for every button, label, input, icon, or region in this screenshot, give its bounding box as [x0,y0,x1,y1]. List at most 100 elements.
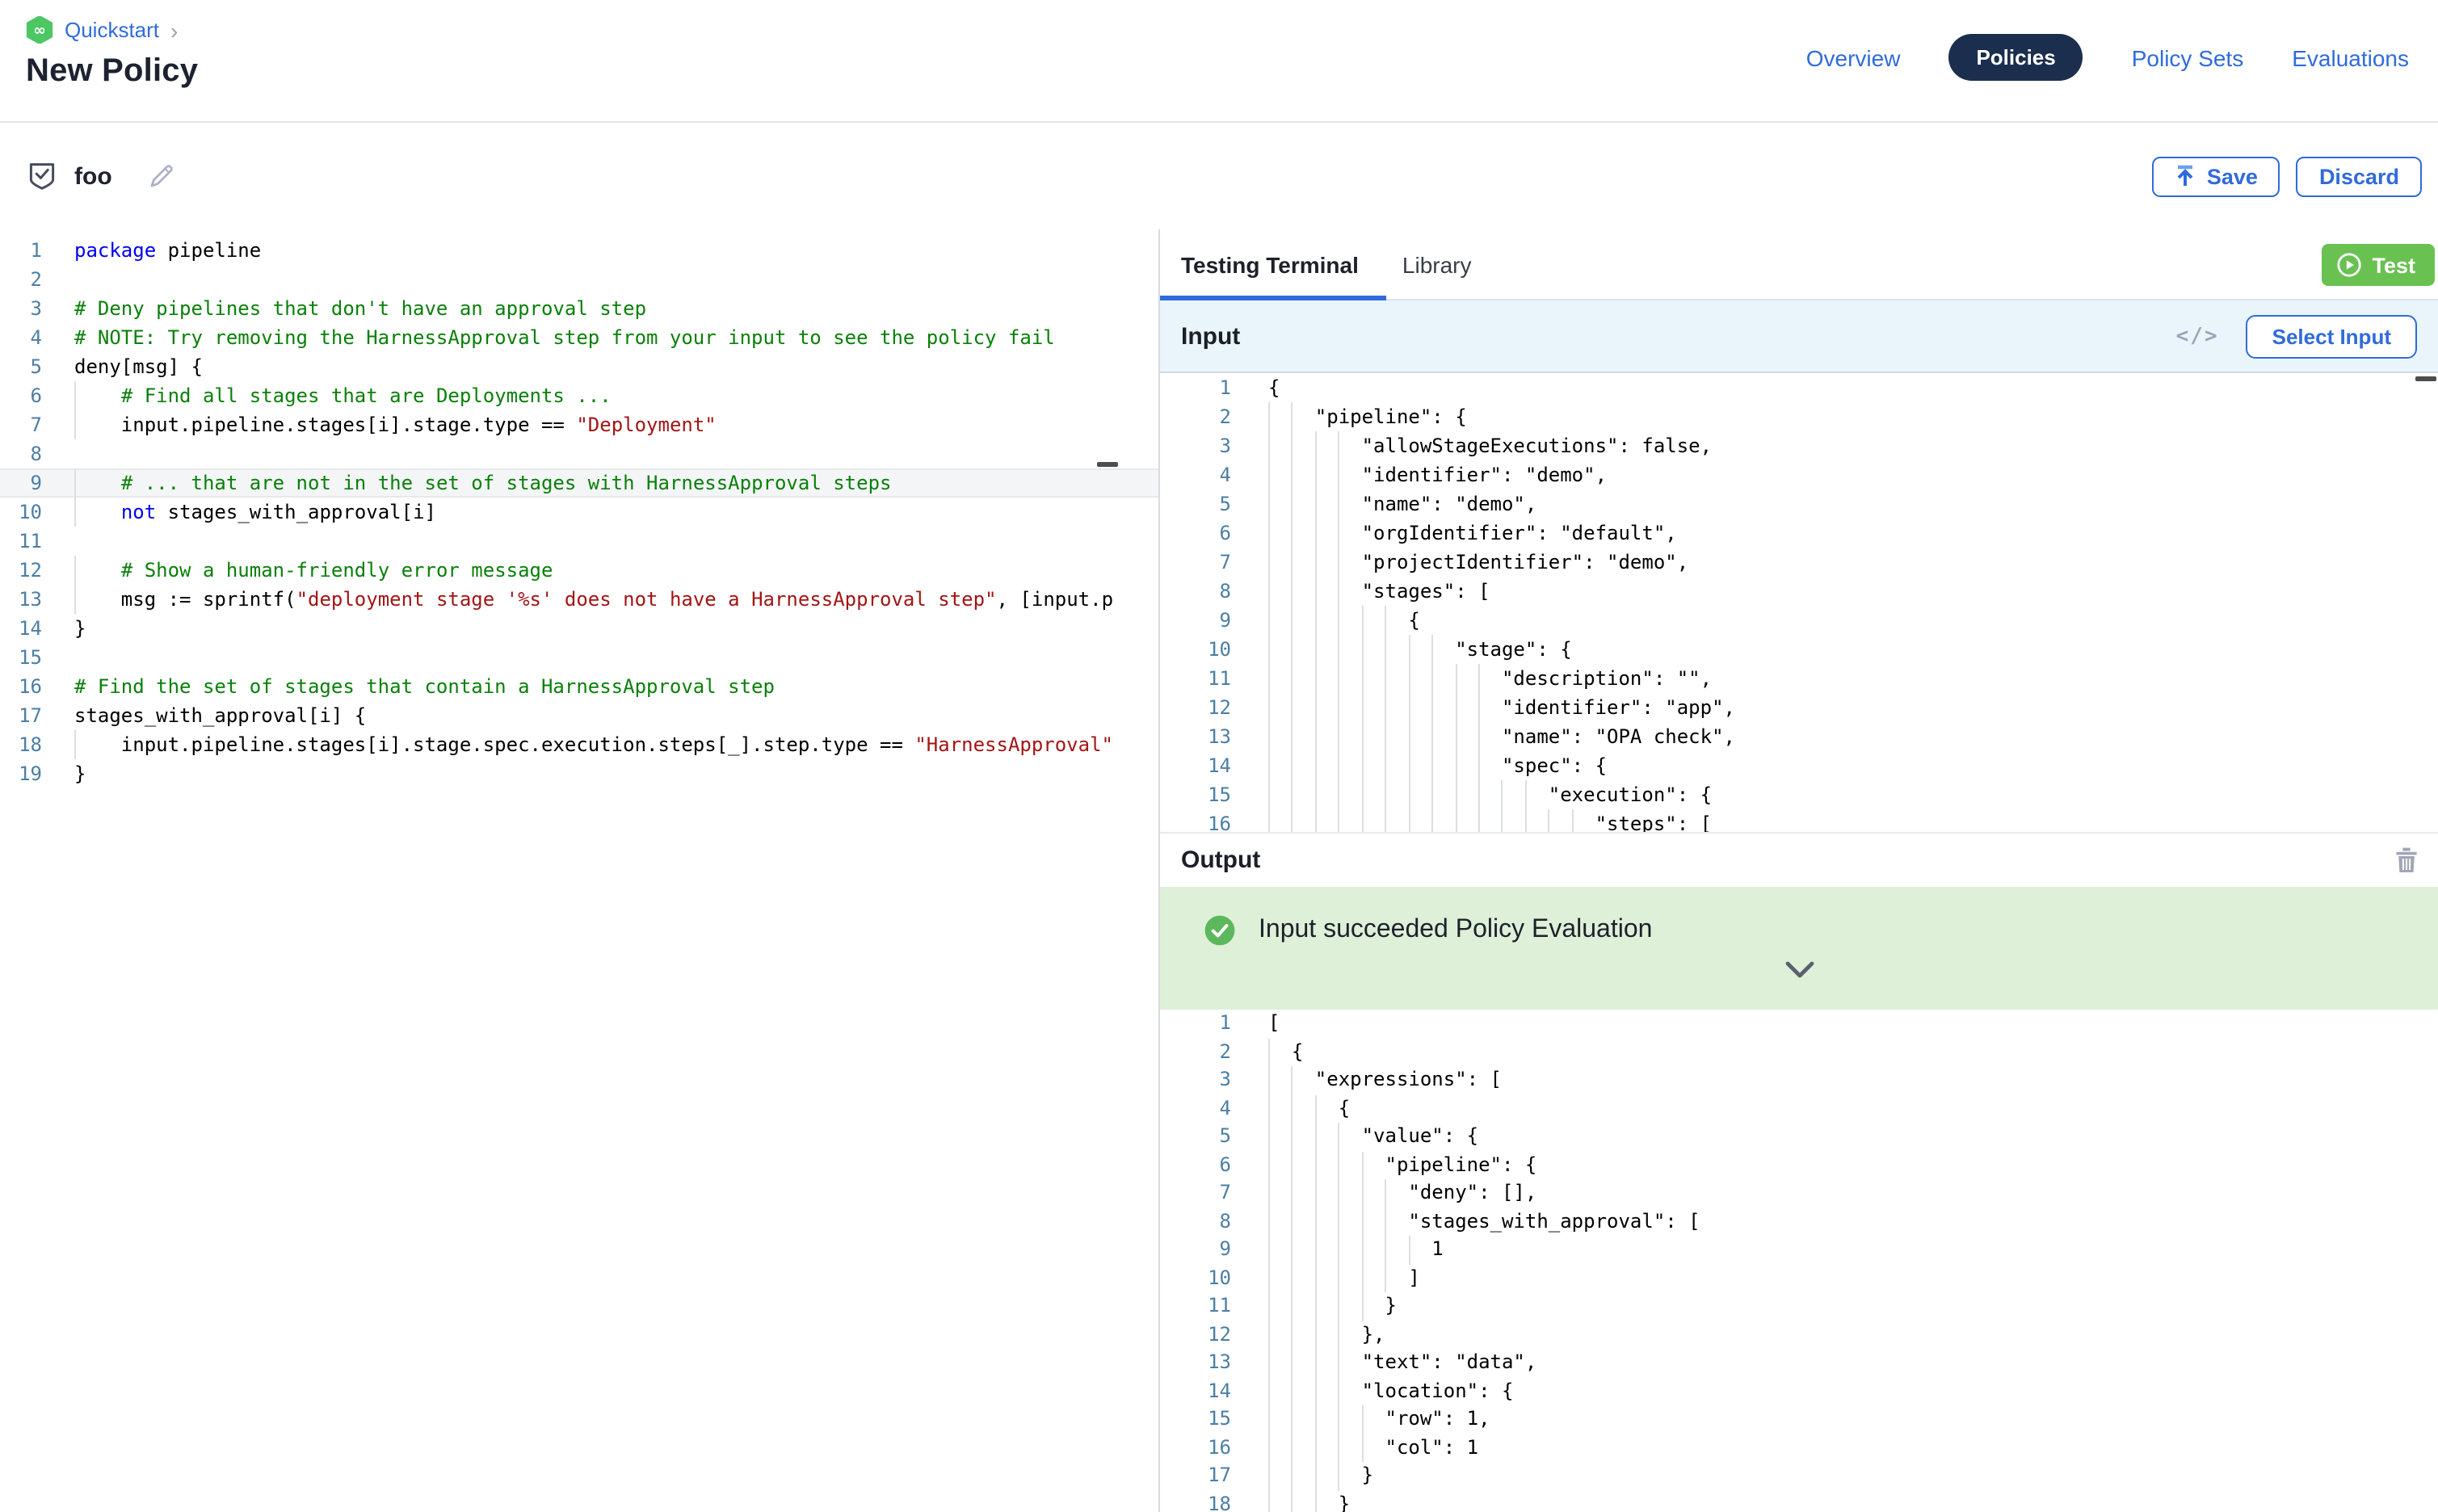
indent-guide [1268,1321,1270,1349]
code-line: 14 "spec": { [1160,751,2438,780]
indent-guide [74,585,76,614]
indent-guide [1408,751,1410,780]
indent-guide [1385,664,1386,693]
indent-guide [1292,1123,1293,1151]
line-number: 6 [1160,1151,1231,1179]
tab-library[interactable]: Library [1402,251,1472,277]
code-line: 18 } [1160,1490,2438,1512]
indent-guide [1315,1208,1317,1236]
indent-guide [1339,1321,1340,1349]
play-icon [2336,252,2362,278]
trash-icon[interactable] [2394,846,2419,874]
code-line: 19} [0,759,1158,788]
indent-guide [1339,1434,1340,1462]
shield-check-icon [26,160,58,192]
edit-name-icon[interactable] [148,162,177,191]
line-number: 5 [1160,1123,1231,1151]
indent-guide [1478,664,1480,693]
indent-guide [1431,722,1433,751]
indent-guide [1478,751,1480,780]
indent-guide [1362,1292,1364,1321]
indent-guide [1292,722,1293,751]
nav-tab-policy-sets[interactable]: Policy Sets [2132,44,2244,70]
active-tab-underline [1160,296,1386,300]
code-line: 1[ [1160,1010,2438,1038]
output-json-editor[interactable]: 1[2 {3 "expressions": [4 {5 "value": {6 … [1160,1010,2438,1512]
nav-tab-evaluations[interactable]: Evaluations [2292,44,2409,70]
indent-guide [1268,1123,1270,1151]
indent-guide [1408,809,1410,832]
indent-guide [1268,635,1270,664]
code-line: 18 input.pipeline.stages[i].stage.spec.e… [0,730,1158,759]
code-line: 15 "row": 1, [1160,1405,2438,1434]
code-line: 9 { [1160,606,2438,635]
tab-testing-terminal[interactable]: Testing Terminal [1181,251,1359,277]
test-button[interactable]: Test [2322,244,2435,286]
indent-guide [1339,460,1340,489]
code-line: 10 "stage": { [1160,635,2438,664]
code-line: 12 # Show a human-friendly error message [0,556,1158,585]
indent-guide [1362,1179,1364,1208]
input-label: Input [1181,322,1240,350]
line-number: 1 [1160,1010,1231,1038]
indent-guide [1362,1434,1364,1462]
indent-guide [1315,1321,1317,1349]
indent-guide [1408,780,1410,809]
indent-guide [1268,1264,1270,1292]
nav-tab-policies[interactable]: Policies [1948,34,2083,81]
indent-guide [1292,402,1293,431]
indent-guide [1525,809,1527,832]
line-number: 2 [1160,402,1231,431]
code-line: 1package pipeline [0,236,1158,265]
code-line: 3 "allowStageExecutions": false, [1160,431,2438,460]
indent-guide [1292,577,1293,606]
indent-guide [1478,809,1480,832]
discard-button[interactable]: Discard [2297,156,2422,196]
policy-name: foo [74,162,112,190]
indent-guide [1362,693,1364,722]
policy-code-editor[interactable]: 1package pipeline23# Deny pipelines that… [0,229,1160,1512]
code-line: 12 "identifier": "app", [1160,693,2438,722]
code-line: 6 "orgIdentifier": "default", [1160,519,2438,548]
indent-guide [1315,1151,1317,1179]
indent-guide [1339,1292,1340,1321]
input-json-editor[interactable]: 1{2 "pipeline": {3 "allowStageExecutions… [1160,373,2438,832]
line-number: 11 [1160,664,1231,693]
indent-guide [1339,489,1340,519]
code-line: 17 } [1160,1462,2438,1490]
indent-guide [1478,693,1480,722]
code-line: 16 "steps": [ [1160,809,2438,832]
main-content: 1package pipeline23# Deny pipelines that… [0,229,2438,1512]
output-section-header: Output [1160,832,2438,887]
chevron-down-icon[interactable] [1784,961,1814,979]
code-icon[interactable]: </> [2176,324,2219,348]
line-number: 9 [1160,606,1231,635]
indent-guide [1292,606,1293,635]
indent-guide [1268,1490,1270,1512]
indent-guide [1455,780,1456,809]
nav-tab-overview[interactable]: Overview [1806,44,1901,70]
indent-guide [1362,635,1364,664]
save-button[interactable]: Save [2152,156,2280,196]
line-number: 3 [0,294,42,323]
line-number: 7 [1160,1179,1231,1208]
code-line: 15 "execution": { [1160,780,2438,809]
indent-guide [74,410,76,439]
indent-guide [1315,664,1317,693]
indent-guide [1525,780,1527,809]
code-line: 4 { [1160,1094,2438,1123]
line-number: 17 [1160,1462,1231,1490]
breadcrumb-project-link[interactable]: Quickstart [65,18,159,42]
indent-guide [1315,1179,1317,1208]
code-line: 3 "expressions": [ [1160,1066,2438,1094]
indent-guide [1385,1208,1386,1236]
code-line: 9 # ... that are not in the set of stage… [0,468,1158,498]
indent-guide [1339,1236,1340,1264]
indent-guide [1362,780,1364,809]
indent-guide [1315,809,1317,832]
indent-guide [1455,664,1456,693]
line-number: 12 [1160,1321,1231,1349]
select-input-button[interactable]: Select Input [2247,314,2417,358]
indent-guide [1339,1264,1340,1292]
indent-guide [1292,1462,1293,1490]
